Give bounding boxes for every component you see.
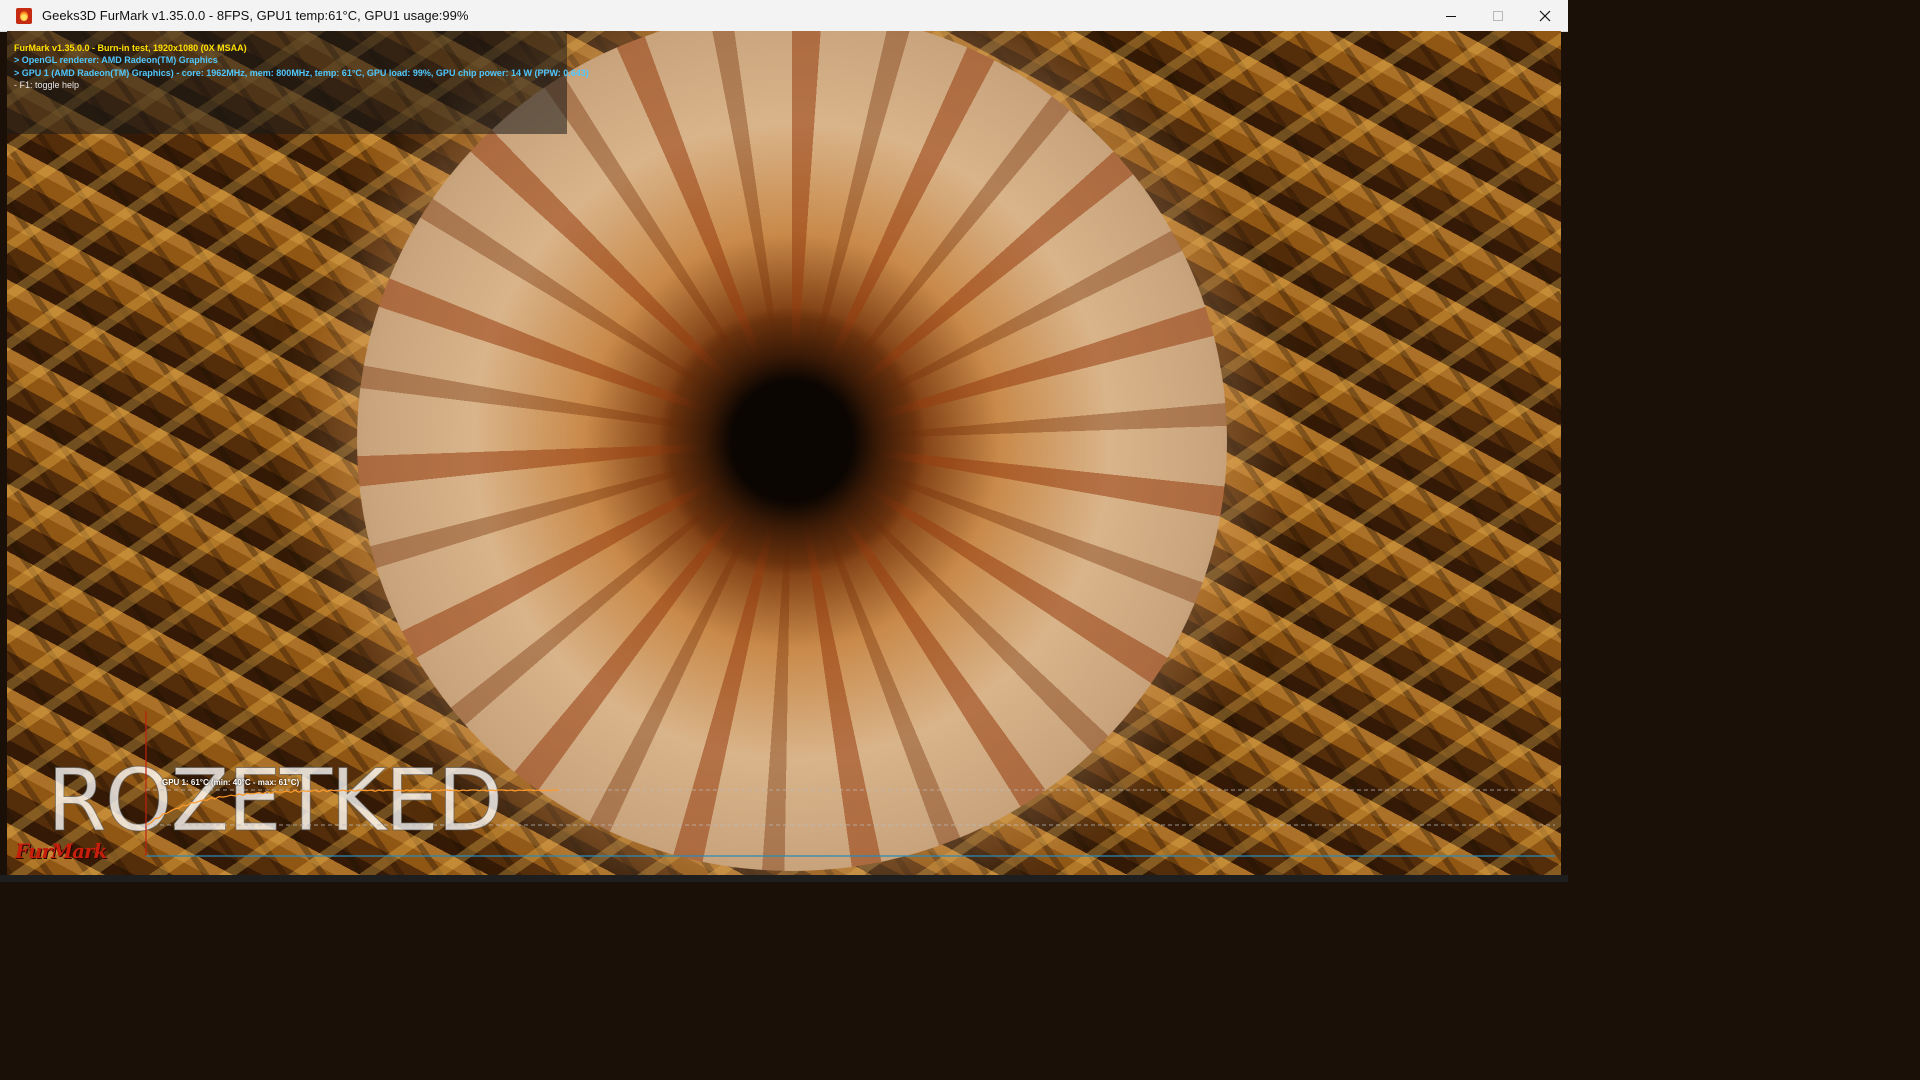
info-overlay-panel: FurMark v1.35.0.0 - Burn-in test, 1920x1… [7, 31, 589, 134]
furmark-app-icon [16, 7, 32, 24]
minimize-icon [1445, 15, 1456, 17]
minimize-button[interactable] [1427, 0, 1474, 31]
overlay-renderer-line: > OpenGL renderer: AMD Radeon(TM) Graphi… [14, 55, 218, 65]
close-icon [1539, 10, 1550, 21]
title-bar[interactable]: Geeks3D FurMark v1.35.0.0 - 8FPS, GPU1 t… [0, 0, 1568, 32]
overlay-gpu-line: > GPU 1 (AMD Radeon(TM) Graphics) - core… [14, 68, 589, 78]
temperature-curve [146, 789, 559, 826]
overlay-title-line: FurMark v1.35.0.0 - Burn-in test, 1920x1… [14, 43, 247, 53]
maximize-icon [1492, 10, 1503, 21]
overlay-help-line: - F1: toggle help [14, 80, 80, 90]
window-bottom-edge [0, 875, 1568, 882]
window-controls [1427, 0, 1568, 31]
maximize-button[interactable] [1474, 0, 1521, 31]
close-button[interactable] [1521, 0, 1568, 31]
temperature-graph: GPU 1: 61°C (min: 40°C - max: 61°C) [7, 711, 1561, 861]
graph-label: GPU 1: 61°C (min: 40°C - max: 61°C) [162, 778, 300, 787]
render-viewport[interactable]: FurMark v1.35.0.0 - Burn-in test, 1920x1… [7, 31, 1561, 875]
window-title: Geeks3D FurMark v1.35.0.0 - 8FPS, GPU1 t… [42, 8, 469, 23]
